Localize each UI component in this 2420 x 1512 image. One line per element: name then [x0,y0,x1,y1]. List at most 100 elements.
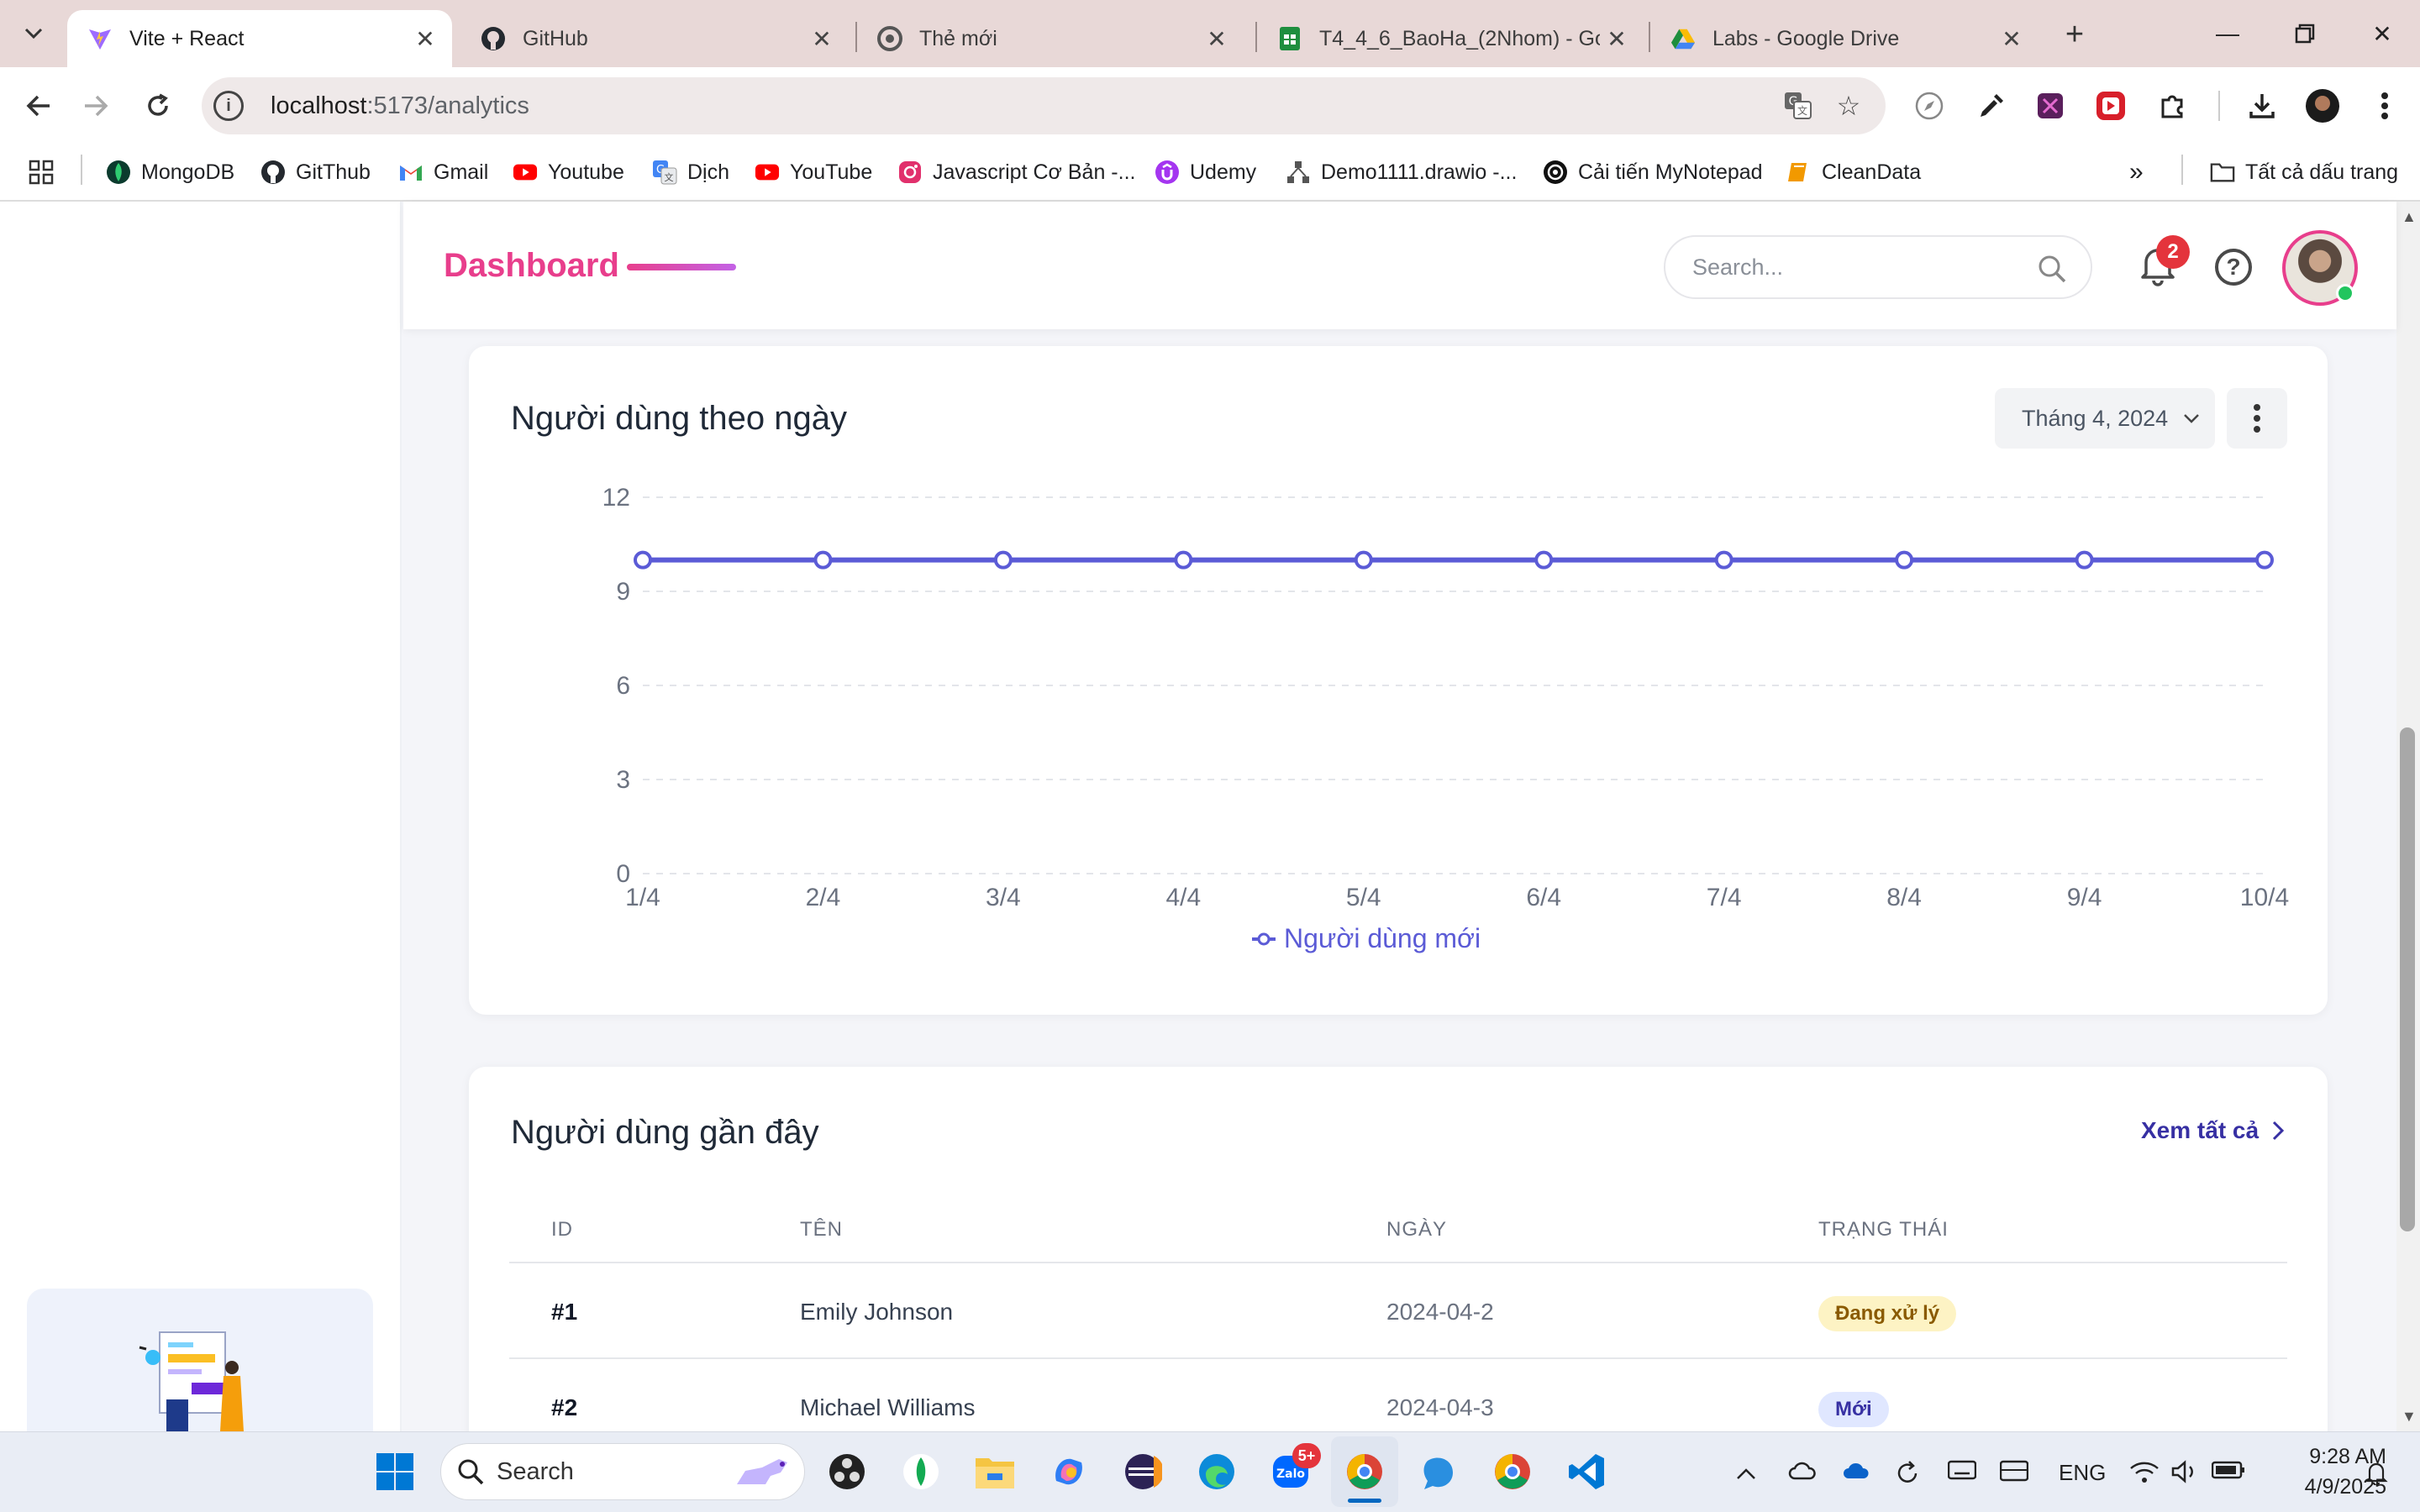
scroll-down-icon[interactable]: ▼ [2402,1408,2417,1425]
x-tick-label: 5/4 [1346,884,1381,911]
mongodb-compass-icon[interactable] [897,1448,944,1495]
title-accent-bar [627,264,736,270]
tab-vite-react[interactable]: Vite + React ✕ [67,10,452,67]
file-explorer-icon[interactable] [971,1448,1018,1495]
chrome-profile-icon[interactable] [1489,1448,1536,1495]
row-id: #2 [551,1394,578,1420]
scroll-up-icon[interactable]: ▲ [2402,208,2417,226]
keyboard-icon[interactable] [1947,1460,1977,1486]
bookmark-youtube[interactable]: Youtube [513,151,624,193]
show-hidden-icons[interactable] [1736,1460,1756,1486]
input-language[interactable]: ENG [2059,1460,2106,1486]
close-window-button[interactable]: ✕ [2344,0,2420,67]
reload-button[interactable] [136,84,180,128]
column-header-name: TÊN [800,1218,843,1241]
data-point [1174,550,1193,570]
x-tick-label: 10/4 [2240,884,2289,911]
new-tab-button[interactable]: + [2055,15,2094,54]
tab-search-button[interactable] [13,13,54,54]
bookmark-mongodb[interactable]: MongoDB [106,151,234,193]
close-icon[interactable]: ✕ [1200,22,1234,55]
edge-icon[interactable] [1193,1448,1240,1495]
notifications-icon[interactable] [2365,1460,2388,1491]
chrome-icon[interactable] [1341,1448,1388,1495]
minimize-button[interactable]: — [2190,0,2265,67]
bookmark-gmail[interactable]: Gmail [398,151,488,193]
forward-button[interactable] [74,84,118,128]
volume-icon[interactable] [2171,1460,2200,1489]
help-button[interactable]: ? [2215,249,2252,286]
close-icon[interactable]: ✕ [408,22,442,55]
search-input[interactable]: Search... [1664,235,2092,299]
vscode-icon[interactable] [1563,1448,1610,1495]
back-button[interactable] [17,84,60,128]
chevron-down-icon [2184,414,2199,423]
bookmark-cleandata[interactable]: CleanData [1786,151,1921,193]
page-title: Dashboard [444,247,619,284]
chart-options-button[interactable] [2227,388,2287,449]
gmail-icon [398,160,424,185]
tab-new-tab[interactable]: Thẻ mới ✕ [857,10,1244,67]
instagram-icon [897,160,923,185]
extension-icon-red[interactable] [2092,87,2129,124]
taskbar-search[interactable]: Search [440,1443,805,1500]
kebab-dot [2254,426,2260,433]
bookmark-udemy[interactable]: Udemy [1155,151,1256,193]
display-icon[interactable] [1999,1460,2029,1488]
month-select[interactable]: Tháng 4, 2024 [1995,388,2215,449]
all-bookmarks-folder[interactable]: Tất cả dấu trang [2210,151,2398,193]
bookmark-divider [81,155,82,185]
book-icon [1786,160,1812,185]
bookmark-gitthub[interactable]: GitThub [260,151,371,193]
column-header-date: NGÀY [1386,1218,1448,1241]
translate-icon[interactable]: G文 [1783,91,1813,121]
tab-google-sheets[interactable]: T4_4_6_BaoHa_(2Nhom) - Goog ✕ [1257,10,1644,67]
profile-avatar-icon[interactable] [2304,87,2341,124]
bookmark-dich[interactable]: G文 Dịch [652,151,729,193]
youtube-icon [513,160,538,185]
more-bookmarks-icon[interactable]: » [2129,151,2144,193]
vite-icon [87,26,113,51]
tab-google-drive[interactable]: Labs - Google Drive ✕ [1650,10,2039,67]
onedrive-icon[interactable] [1788,1460,1817,1486]
sync-icon[interactable] [1894,1460,1921,1493]
notification-badge: 2 [2156,235,2190,269]
close-icon[interactable]: ✕ [805,22,839,55]
compass-extension-icon[interactable] [1911,87,1948,124]
wifi-icon[interactable] [2129,1460,2160,1489]
y-tick-label: 9 [616,578,630,606]
view-all-link[interactable]: Xem tất cả [2141,1117,2285,1144]
apps-grid-icon[interactable] [29,151,54,193]
puzzle-extensions-icon[interactable] [2154,87,2191,124]
eclipse-icon[interactable] [1119,1448,1166,1495]
search-icon [2039,255,2066,283]
close-icon[interactable]: ✕ [1600,22,1634,55]
bookmark-mynotepad[interactable]: Cải tiến MyNotepad [1543,151,1763,193]
obs-icon[interactable] [823,1448,871,1495]
copilot-icon[interactable] [1045,1448,1092,1495]
extension-icon-purple[interactable] [2032,87,2069,124]
app-blue-icon[interactable] [1415,1448,1462,1495]
battery-icon[interactable] [2211,1460,2245,1486]
bookmark-youtube-2[interactable]: YouTube [755,151,872,193]
bookmark-drawio[interactable]: Demo1111.drawio -... [1286,151,1517,193]
onedrive-blue-icon[interactable] [1842,1460,1870,1486]
tab-github[interactable]: GitHub ✕ [460,10,849,67]
x-tick-label: 9/4 [2067,884,2102,911]
restore-icon [2295,24,2315,44]
address-bar[interactable]: i localhost:5173/analytics G文 ☆ [202,77,1886,134]
windows-start-icon[interactable] [371,1448,418,1495]
site-info-icon[interactable]: i [213,91,244,121]
download-icon[interactable] [2244,87,2281,124]
eyedropper-extension-icon[interactable] [1973,87,2010,124]
column-header-id: ID [551,1218,573,1241]
close-icon[interactable]: ✕ [1995,22,2028,55]
bookmark-javascript[interactable]: Javascript Cơ Bản -... [897,151,1135,193]
tab-title: GitHub [523,26,588,50]
star-icon[interactable]: ☆ [1833,91,1864,121]
y-tick-label: 3 [616,766,630,794]
scrollbar-thumb[interactable] [2400,727,2415,1231]
restore-button[interactable] [2267,0,2343,67]
github-icon [260,160,286,185]
kebab-menu-icon[interactable] [2366,87,2403,124]
